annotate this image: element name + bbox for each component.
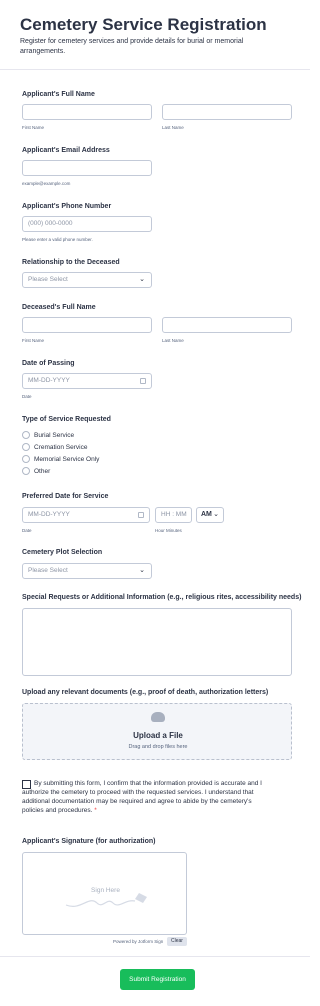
plot-select[interactable]: Please Select ⌄ bbox=[22, 563, 152, 579]
radio-other[interactable]: Other bbox=[22, 466, 50, 476]
radio-label: Memorial Service Only bbox=[34, 455, 100, 463]
radio-circle[interactable] bbox=[22, 455, 30, 463]
upload-cloud-icon bbox=[151, 712, 165, 722]
radio-circle[interactable] bbox=[22, 467, 30, 475]
form-subtitle: Register for cemetery services and provi… bbox=[20, 38, 244, 55]
upload-sublabel: Drag and drop files here bbox=[128, 744, 188, 750]
deceased-name-label: Deceased's Full Name bbox=[22, 304, 96, 311]
signature-label: Applicant's Signature (for authorization… bbox=[22, 838, 156, 845]
radio-circle[interactable] bbox=[22, 431, 30, 439]
chevron-down-icon: ⌄ bbox=[139, 276, 145, 283]
deceased-last-name-input[interactable] bbox=[162, 317, 292, 333]
calendar-icon[interactable] bbox=[138, 512, 144, 518]
form-title: Cemetery Service Registration bbox=[20, 15, 267, 34]
email-sublabel: example@example.com bbox=[22, 181, 71, 186]
plot-label: Cemetery Plot Selection bbox=[22, 549, 103, 556]
special-requests-textarea[interactable] bbox=[22, 608, 292, 676]
signature-pad[interactable]: Sign Here bbox=[22, 852, 187, 935]
submit-button[interactable]: Submit Registration bbox=[120, 969, 195, 990]
consent-text: By submitting this form, I confirm that … bbox=[22, 780, 262, 814]
special-requests-label: Special Requests or Additional Informati… bbox=[22, 594, 302, 601]
email-input[interactable] bbox=[22, 160, 152, 176]
phone-input[interactable]: (000) 000-0000 bbox=[22, 216, 152, 232]
header-divider bbox=[0, 69, 310, 70]
last-name-input[interactable] bbox=[162, 104, 292, 120]
deceased-first-sublabel: First Name bbox=[22, 338, 45, 343]
relationship-label: Relationship to the Deceased bbox=[22, 259, 120, 266]
phone-sublabel: Please enter a valid phone number. bbox=[22, 237, 93, 242]
radio-label: Cremation Service bbox=[34, 443, 88, 451]
time-placeholder: HH : MM bbox=[161, 511, 187, 518]
chevron-down-icon: ⌄ bbox=[139, 567, 145, 574]
radio-cremation[interactable]: Cremation Service bbox=[22, 442, 87, 452]
consent-text-block: By submitting this form, I confirm that … bbox=[22, 779, 272, 815]
footer-divider bbox=[0, 956, 310, 957]
upload-dropzone[interactable]: Upload a File Drag and drop files here bbox=[22, 703, 292, 760]
date-passing-placeholder: MM-DD-YYYY bbox=[28, 377, 70, 384]
date-passing-label: Date of Passing bbox=[22, 360, 75, 367]
radio-label: Burial Service bbox=[34, 431, 75, 439]
relationship-select[interactable]: Please Select ⌄ bbox=[22, 272, 152, 288]
preferred-date-input[interactable]: MM-DD-YYYY bbox=[22, 507, 150, 523]
chevron-down-icon: ⌄ bbox=[213, 511, 219, 518]
preferred-date-placeholder: MM-DD-YYYY bbox=[28, 511, 70, 518]
service-type-label: Type of Service Requested bbox=[22, 416, 111, 423]
phone-placeholder: (000) 000-0000 bbox=[28, 220, 73, 227]
deceased-last-sublabel: Last Name bbox=[162, 338, 184, 343]
radio-memorial[interactable]: Memorial Service Only bbox=[22, 454, 99, 464]
email-label: Applicant's Email Address bbox=[22, 147, 110, 154]
time-sublabel: Hour Minutes bbox=[155, 528, 182, 533]
deceased-first-name-input[interactable] bbox=[22, 317, 152, 333]
signature-placeholder: Sign Here bbox=[91, 887, 120, 894]
phone-label: Applicant's Phone Number bbox=[22, 203, 112, 210]
first-name-sublabel: First Name bbox=[22, 125, 45, 130]
calendar-icon[interactable] bbox=[140, 378, 146, 384]
preferred-date-label: Preferred Date for Service bbox=[22, 493, 109, 500]
clear-signature-button[interactable]: Clear bbox=[167, 937, 187, 946]
required-mark: * bbox=[94, 807, 97, 814]
last-name-sublabel: Last Name bbox=[162, 125, 184, 130]
preferred-date-sublabel: Date bbox=[22, 528, 32, 533]
relationship-selected: Please Select bbox=[28, 276, 68, 283]
date-passing-sublabel: Date bbox=[22, 394, 32, 399]
powered-by-text: Powered by Jotform Sign bbox=[113, 939, 164, 944]
date-passing-input[interactable]: MM-DD-YYYY bbox=[22, 373, 152, 389]
radio-burial[interactable]: Burial Service bbox=[22, 430, 74, 440]
ampm-select[interactable]: AM ⌄ bbox=[196, 507, 224, 523]
ampm-value: AM bbox=[201, 511, 212, 518]
upload-label: Upload any relevant documents (e.g., pro… bbox=[22, 689, 269, 696]
upload-title: Upload a File bbox=[133, 731, 183, 740]
radio-circle[interactable] bbox=[22, 443, 30, 451]
plot-selected: Please Select bbox=[28, 567, 68, 574]
first-name-input[interactable] bbox=[22, 104, 152, 120]
full-name-label: Applicant's Full Name bbox=[22, 91, 95, 98]
radio-label: Other bbox=[34, 467, 51, 475]
time-input[interactable]: HH : MM bbox=[155, 507, 192, 523]
